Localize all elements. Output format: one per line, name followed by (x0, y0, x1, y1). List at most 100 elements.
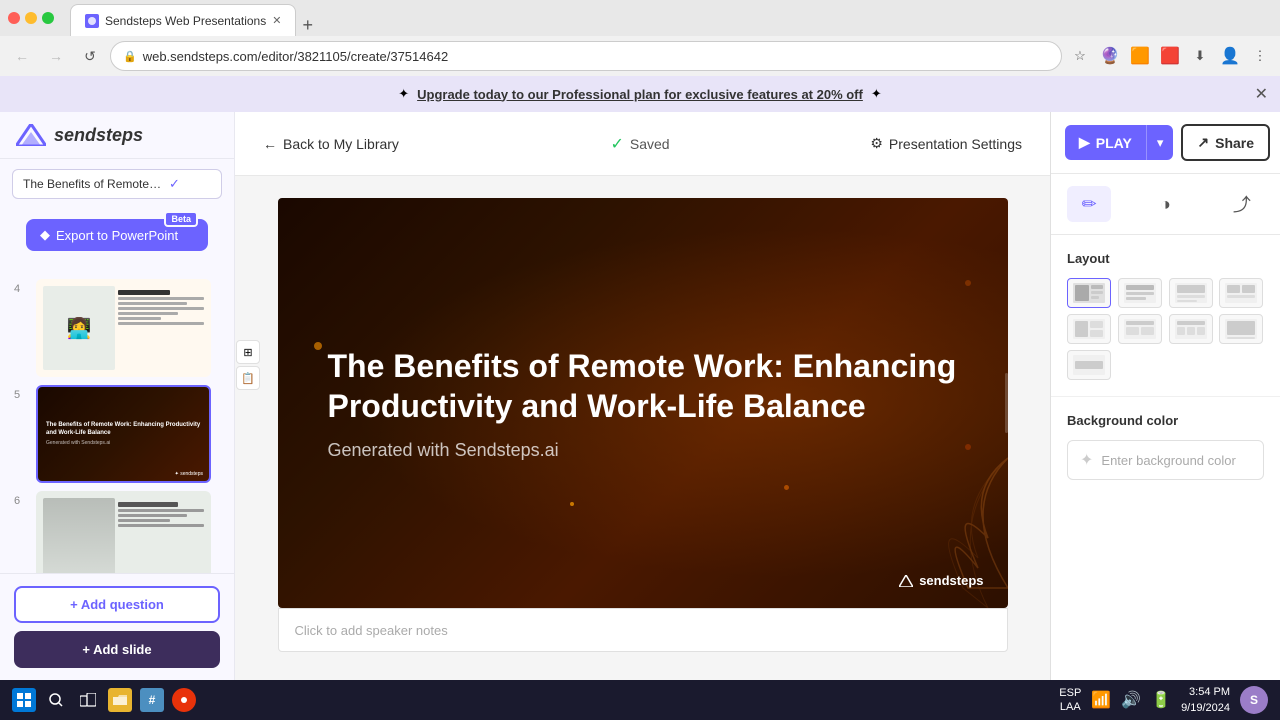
search-taskbar-btn[interactable] (44, 688, 68, 712)
back-to-library-link[interactable]: ← Back to My Library (263, 136, 399, 152)
volume-icon[interactable]: 🔊 (1121, 690, 1141, 710)
extension-icon-4[interactable]: ⬇ (1188, 44, 1212, 68)
browser-toolbar-icons: ☆ 🔮 🟧 🟥 ⬇ 👤 ⋮ (1068, 44, 1272, 68)
diamond-icon: ◆ (40, 227, 50, 243)
play-button[interactable]: ▶ PLAY (1065, 125, 1146, 160)
presentation-title-bar[interactable]: The Benefits of Remote W ✓ (12, 169, 222, 199)
tab-favicon (85, 14, 99, 28)
share-icon: ↗ (1197, 134, 1209, 151)
share-label: Share (1215, 135, 1254, 151)
particle-3 (965, 280, 971, 286)
maximize-window-btn[interactable] (42, 12, 54, 24)
browser-chrome: Sendsteps Web Presentations ✕ + ← → ↺ 🔒 … (0, 0, 1280, 76)
address-bar[interactable]: 🔒 web.sendsteps.com/editor/3821105/creat… (110, 41, 1062, 71)
presentation-settings-button[interactable]: ⚙ Presentation Settings (870, 135, 1022, 152)
title-check-icon: ✓ (169, 176, 180, 192)
edit-tool-button[interactable]: ✏ (1067, 186, 1111, 222)
layout-option-3[interactable] (1169, 278, 1213, 308)
slide-thumb-4[interactable]: 👩‍💻 (36, 279, 211, 377)
add-question-button[interactable]: + Add question (14, 586, 220, 623)
layout-option-7[interactable] (1169, 314, 1213, 344)
speaker-notes-area[interactable]: Click to add speaker notes (278, 608, 1008, 652)
export-tool-button[interactable]: ⤴ (1220, 186, 1264, 222)
language-indicator[interactable]: ESP LAA (1059, 686, 1081, 715)
taskbar-right: ESP LAA 📶 🔊 🔋 3:54 PM 9/19/2024 S (1059, 684, 1268, 717)
slide-item-5[interactable]: 5 The Benefits of Remote Work: Enhancing… (14, 385, 220, 483)
pencil-icon: ✏ (1082, 194, 1097, 215)
layout-option-8[interactable] (1219, 314, 1263, 344)
active-tab[interactable]: Sendsteps Web Presentations ✕ (70, 4, 296, 36)
particle-2 (784, 485, 789, 490)
play-dropdown-button[interactable]: ▾ (1146, 125, 1174, 160)
files-taskbar-btn[interactable] (76, 688, 100, 712)
sidebar-actions: + Add question + Add slide (0, 573, 234, 680)
forward-nav-btn[interactable]: → (42, 42, 70, 70)
close-window-btn[interactable] (8, 12, 20, 24)
add-slide-button[interactable]: + Add slide (14, 631, 220, 668)
slack-taskbar-btn[interactable]: # (140, 688, 164, 712)
slide-number-6: 6 (14, 495, 28, 507)
promo-banner: ✦ Upgrade today to our Professional plan… (0, 76, 1280, 112)
layout-title: Layout (1067, 251, 1264, 266)
new-tab-button[interactable]: + (296, 15, 319, 36)
promo-close-btn[interactable]: ✕ (1255, 84, 1268, 104)
slide-thumb-5[interactable]: The Benefits of Remote Work: Enhancing P… (36, 385, 211, 483)
saved-check-icon: ✓ (610, 134, 623, 154)
slide-canvas[interactable]: The Benefits of Remote Work: Enhancing P… (278, 198, 1008, 608)
export-label: Export to PowerPoint (56, 228, 178, 243)
play-icon: ▶ (1079, 134, 1090, 151)
taskbar: # ESP LAA 📶 🔊 🔋 3:54 PM 9/19/2024 S (0, 680, 1280, 720)
taskbar-avatar[interactable]: S (1240, 686, 1268, 714)
start-button[interactable] (12, 688, 36, 712)
right-panel: ▶ PLAY ▾ ↗ Share ✏ ◑ ⤴ (1050, 112, 1280, 680)
slide-item-4[interactable]: 4 👩‍💻 (14, 279, 220, 377)
minimize-window-btn[interactable] (25, 12, 37, 24)
sidebar: sendsteps The Benefits of Remote W ✓ ◆ E… (0, 112, 235, 680)
back-label: Back to My Library (283, 136, 399, 152)
bg-color-input[interactable]: ✦ Enter background color (1067, 440, 1264, 480)
chrome-taskbar-btn[interactable] (172, 688, 196, 712)
slide-main-title: The Benefits of Remote Work: Enhancing P… (328, 346, 958, 426)
chevron-down-icon: ▾ (1157, 135, 1164, 150)
extension-icon-2[interactable]: 🟧 (1128, 44, 1152, 68)
color-swatch-icon: ✦ (1080, 450, 1093, 470)
slide-number-5: 5 (14, 389, 28, 401)
slide-item-6[interactable]: 6 (14, 491, 220, 573)
contrast-icon: ◑ (1160, 194, 1171, 215)
slide-logo-icon (899, 575, 913, 587)
lock-icon: 🔒 (123, 50, 137, 63)
extension-icon-1[interactable]: 🔮 (1098, 44, 1122, 68)
extension-icon-3[interactable]: 🟥 (1158, 44, 1182, 68)
speaker-notes-placeholder: Click to add speaker notes (295, 623, 448, 638)
bg-color-title: Background color (1067, 413, 1264, 428)
battery-icon[interactable]: 🔋 (1151, 690, 1171, 710)
wifi-icon[interactable]: 📶 (1091, 690, 1111, 710)
menu-icon[interactable]: ⋮ (1248, 44, 1272, 68)
profile-icon[interactable]: 👤 (1218, 44, 1242, 68)
back-arrow-icon: ← (263, 136, 277, 152)
slide-thumb-6[interactable] (36, 491, 211, 573)
clock[interactable]: 3:54 PM 9/19/2024 (1181, 684, 1230, 717)
slide-number-4: 4 (14, 283, 28, 295)
main-area: ← Back to My Library ✓ Saved ⚙ Presentat… (235, 112, 1050, 680)
export-icon: ⤴ (1233, 191, 1251, 217)
share-button[interactable]: ↗ Share (1181, 124, 1270, 161)
layout-option-1[interactable] (1067, 278, 1111, 308)
folders-taskbar-btn[interactable] (108, 688, 132, 712)
promo-link[interactable]: Upgrade today to our Professional plan f… (417, 87, 863, 102)
contrast-tool-button[interactable]: ◑ (1143, 186, 1187, 222)
close-tab-btn[interactable]: ✕ (272, 14, 281, 27)
slide-logo: sendsteps (899, 573, 983, 588)
url-text: web.sendsteps.com/editor/3821105/create/… (143, 49, 448, 64)
refresh-nav-btn[interactable]: ↺ (76, 42, 104, 70)
promo-star-left: ✦ (398, 86, 409, 102)
layout-option-6[interactable] (1118, 314, 1162, 344)
bookmark-icon[interactable]: ☆ (1068, 44, 1092, 68)
layout-option-2[interactable] (1118, 278, 1162, 308)
layout-section: Layout (1051, 235, 1280, 397)
back-nav-btn[interactable]: ← (8, 42, 36, 70)
export-powerpoint-button[interactable]: ◆ Export to PowerPoint Beta (26, 219, 208, 251)
layout-option-5[interactable] (1067, 314, 1111, 344)
layout-option-4[interactable] (1219, 278, 1263, 308)
layout-option-9[interactable] (1067, 350, 1111, 380)
